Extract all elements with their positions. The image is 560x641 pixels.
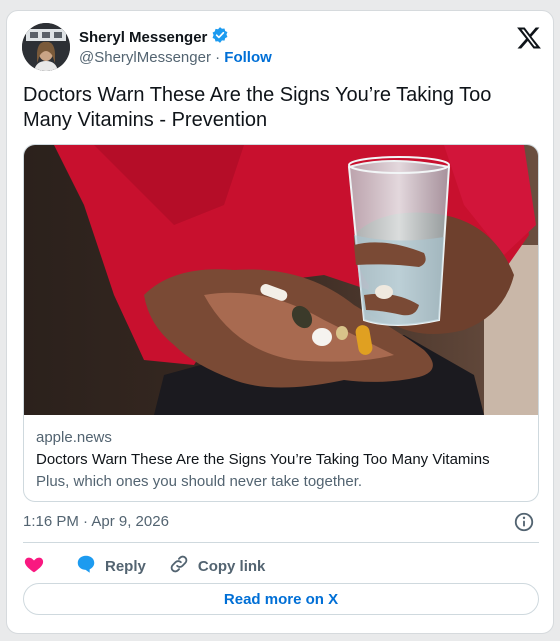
like-button[interactable] [23,553,45,579]
link-icon [168,553,190,579]
author-name-row: Sheryl Messenger [79,26,229,49]
link-preview-meta: apple.news Doctors Warn These Are the Si… [36,428,526,492]
reply-button[interactable]: Reply [75,553,146,579]
link-description: Plus, which ones you should never take t… [36,473,363,490]
post-timestamp[interactable]: 1:16 PM · Apr 9, 2026 [23,513,169,530]
heart-icon [23,553,45,579]
action-bar: Reply Copy link [23,551,265,581]
embedded-post-card: Sheryl Messenger @SherylMessenger · Foll… [6,10,554,634]
verified-badge-icon [211,26,229,49]
x-logo-icon[interactable] [516,25,542,51]
copy-link-button[interactable]: Copy link [168,553,266,579]
reply-label: Reply [105,557,146,575]
avatar[interactable] [22,23,70,71]
link-preview-card[interactable]: apple.news Doctors Warn These Are the Si… [23,144,539,502]
author-handle[interactable]: @SherylMessenger [79,49,211,66]
author-name[interactable]: Sheryl Messenger [79,29,207,46]
follow-button[interactable]: Follow [224,49,272,66]
post-header: Sheryl Messenger @SherylMessenger · Foll… [22,23,542,73]
link-title: Doctors Warn These Are the Signs You’re … [36,451,490,468]
post-text: Doctors Warn These Are the Signs You’re … [23,84,492,131]
divider [23,542,539,543]
link-preview-image [24,145,538,415]
speech-bubble-icon [75,553,97,579]
author-handle-row: @SherylMessenger · Follow [79,49,272,66]
info-icon[interactable] [513,511,535,533]
link-domain: apple.news [36,429,112,446]
read-more-button[interactable]: Read more on X [23,583,539,615]
copy-link-label: Copy link [197,557,266,575]
handle-separator: · [215,49,221,66]
